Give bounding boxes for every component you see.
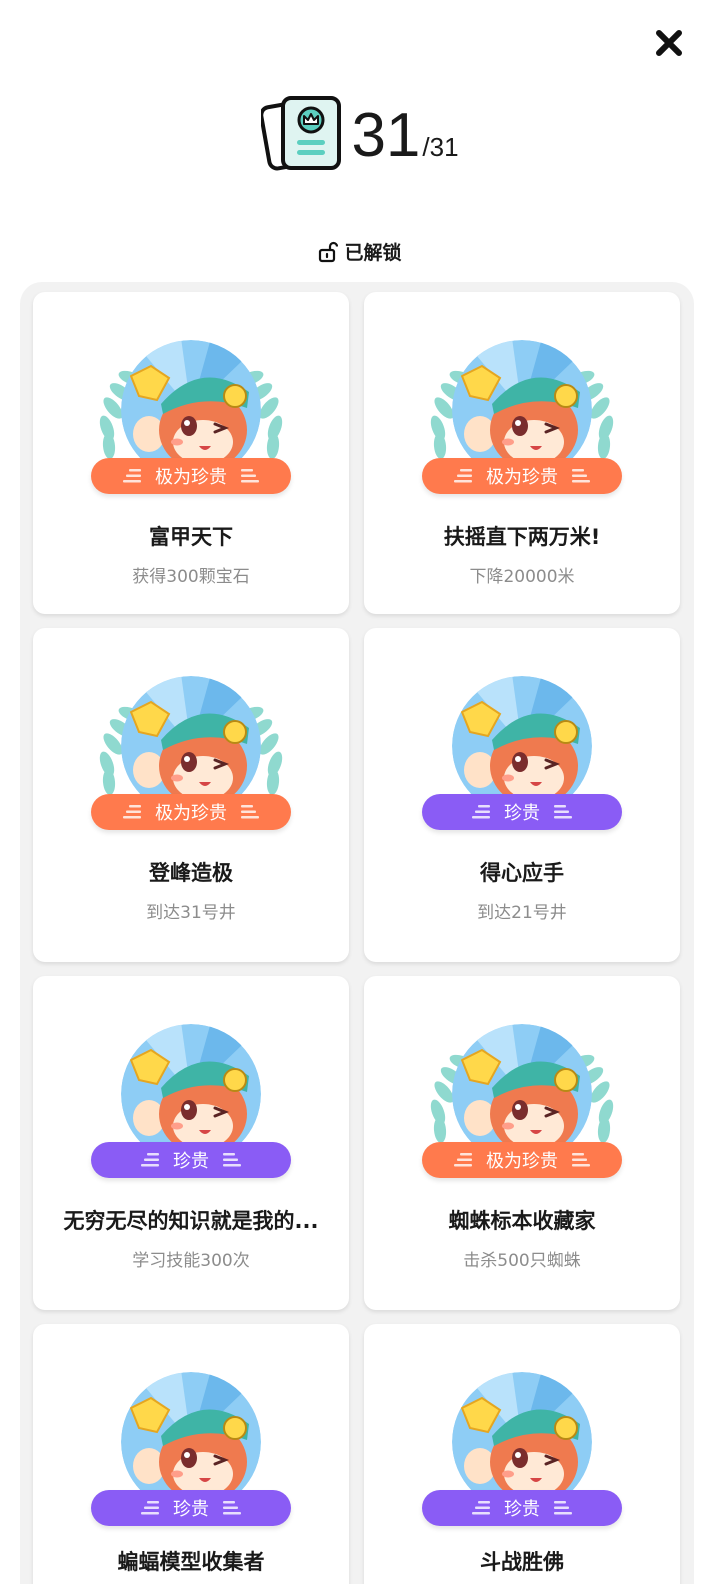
stripe-icon [554, 805, 572, 819]
unlock-icon [319, 241, 339, 262]
rarity-badge: 珍贵 [91, 1142, 291, 1178]
achievement-title: 扶摇直下两万米! [443, 525, 601, 549]
achievement-title: 登峰造极 [149, 861, 233, 885]
stripe-icon [554, 1501, 572, 1515]
achievement-description: 下降20000米 [469, 567, 575, 587]
rarity-badge: 珍贵 [422, 1490, 622, 1526]
achievements-page: 31 /31 已解锁 极为珍贵 富甲天下 获得300颗宝石 极为珍贵 扶摇直下两… [0, 0, 720, 1584]
miner-avatar-icon [121, 1372, 261, 1490]
achievement-count-header: 31 /31 [0, 94, 720, 174]
achievement-avatar [422, 1370, 622, 1490]
stripe-icon [572, 1153, 590, 1167]
achievement-title: 得心应手 [480, 861, 564, 885]
achievement-avatar [422, 338, 622, 458]
achievement-description: 获得300颗宝石 [132, 567, 250, 587]
stripe-icon [223, 1501, 241, 1515]
achievement-description: 到达31号井 [146, 903, 236, 923]
achievement-card[interactable]: 珍贵 斗战胜佛 [364, 1324, 680, 1584]
rarity-label: 珍贵 [173, 1151, 209, 1172]
achievement-avatar [91, 1022, 291, 1142]
miner-avatar-icon [121, 1024, 261, 1142]
achievement-grid: 极为珍贵 富甲天下 获得300颗宝石 极为珍贵 扶摇直下两万米! 下降20000… [20, 282, 694, 1584]
achievement-title: 蜘蛛标本收藏家 [448, 1209, 596, 1233]
achievement-title: 无穷无尽的知识就是我的... [63, 1209, 319, 1233]
close-icon[interactable] [654, 28, 684, 58]
stripe-icon [223, 1153, 241, 1167]
stripe-icon [241, 805, 259, 819]
achievement-card[interactable]: 极为珍贵 蜘蛛标本收藏家 击杀500只蜘蛛 [364, 976, 680, 1310]
stripe-icon [572, 469, 590, 483]
rarity-badge: 极为珍贵 [422, 1142, 622, 1178]
rarity-label: 珍贵 [504, 803, 540, 824]
unlocked-label: 已解锁 [344, 242, 402, 264]
unlocked-count: 31 [351, 101, 421, 170]
achievement-title: 蝙蝠模型收集者 [117, 1550, 265, 1574]
stripe-icon [141, 1501, 159, 1515]
stripe-icon [472, 1501, 490, 1515]
rarity-badge: 珍贵 [422, 794, 622, 830]
miner-avatar-icon [452, 1372, 592, 1490]
achievement-card[interactable]: 极为珍贵 扶摇直下两万米! 下降20000米 [364, 292, 680, 614]
rarity-label: 极为珍贵 [486, 1151, 558, 1172]
unlocked-section-label: 已解锁 [0, 238, 720, 265]
achievement-card[interactable]: 珍贵 蝙蝠模型收集者 [33, 1324, 349, 1584]
miner-avatar-icon [121, 340, 261, 458]
stripe-icon [141, 1153, 159, 1167]
achievement-avatar [422, 674, 622, 794]
achievement-avatar [91, 1370, 291, 1490]
stripe-icon [472, 805, 490, 819]
achievement-description: 到达21号井 [477, 903, 567, 923]
rarity-badge: 极为珍贵 [422, 458, 622, 494]
rarity-label: 珍贵 [173, 1499, 209, 1520]
total-count: /31 [422, 132, 459, 162]
achievement-title: 富甲天下 [149, 525, 233, 549]
rarity-label: 珍贵 [504, 1499, 540, 1520]
stripe-icon [123, 805, 141, 819]
miner-avatar-icon [452, 676, 592, 794]
rarity-badge: 极为珍贵 [91, 794, 291, 830]
achievement-description: 击杀500只蜘蛛 [463, 1251, 581, 1271]
stripe-icon [454, 469, 472, 483]
rarity-label: 极为珍贵 [155, 803, 227, 824]
achievement-card-icon [261, 96, 342, 171]
achievement-avatar [91, 674, 291, 794]
rarity-badge: 珍贵 [91, 1490, 291, 1526]
stripe-icon [454, 1153, 472, 1167]
achievement-card[interactable]: 极为珍贵 登峰造极 到达31号井 [33, 628, 349, 962]
miner-avatar-icon [121, 676, 261, 794]
achievement-card[interactable]: 珍贵 得心应手 到达21号井 [364, 628, 680, 962]
achievement-title: 斗战胜佛 [480, 1550, 564, 1574]
rarity-label: 极为珍贵 [486, 467, 558, 488]
miner-avatar-icon [452, 340, 592, 458]
achievement-description: 学习技能300次 [132, 1251, 250, 1271]
stripe-icon [241, 469, 259, 483]
stripe-icon [123, 469, 141, 483]
rarity-badge: 极为珍贵 [91, 458, 291, 494]
rarity-label: 极为珍贵 [155, 467, 227, 488]
achievement-avatar [422, 1022, 622, 1142]
achievement-avatar [91, 338, 291, 458]
achievement-card[interactable]: 极为珍贵 富甲天下 获得300颗宝石 [33, 292, 349, 614]
miner-avatar-icon [452, 1024, 592, 1142]
achievement-card[interactable]: 珍贵 无穷无尽的知识就是我的... 学习技能300次 [33, 976, 349, 1310]
